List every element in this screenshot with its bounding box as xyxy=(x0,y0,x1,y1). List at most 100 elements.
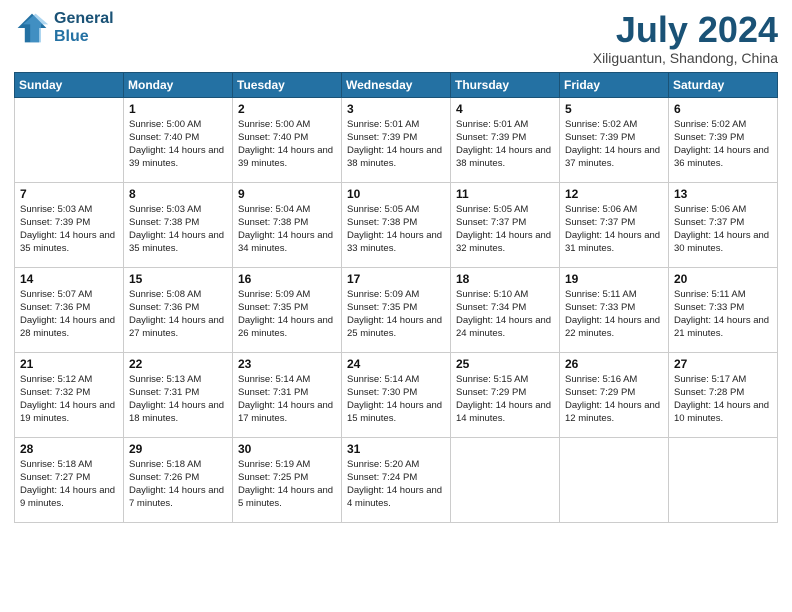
day-info: Sunrise: 5:09 AMSunset: 7:35 PMDaylight:… xyxy=(238,288,336,341)
header-row: Sunday Monday Tuesday Wednesday Thursday… xyxy=(15,72,778,97)
day-cell: 3 Sunrise: 5:01 AMSunset: 7:39 PMDaylight… xyxy=(342,97,451,182)
day-info: Sunrise: 5:17 AMSunset: 7:28 PMDaylight:… xyxy=(674,373,772,426)
day-number: 23 xyxy=(238,357,336,371)
day-cell: 15Sunrise: 5:08 AMSunset: 7:36 PMDayligh… xyxy=(124,267,233,352)
day-cell: 10 Sunrise: 5:05 AMSunset: 7:38 PMDayligh… xyxy=(342,182,451,267)
day-cell: 24 Sunrise: 5:14 AMSunset: 7:30 PMDayligh… xyxy=(342,352,451,437)
day-number: 2 xyxy=(238,102,336,116)
calendar-header: Sunday Monday Tuesday Wednesday Thursday… xyxy=(15,72,778,97)
day-info: Sunrise: 5:19 AMSunset: 7:25 PMDaylight:… xyxy=(238,458,336,511)
day-cell xyxy=(560,437,669,522)
day-cell: 27 Sunrise: 5:17 AMSunset: 7:28 PMDayligh… xyxy=(669,352,778,437)
header-saturday: Saturday xyxy=(669,72,778,97)
day-info: Sunrise: 5:04 AMSunset: 7:38 PMDaylight:… xyxy=(238,203,336,256)
day-info: Sunrise: 5:09 AMSunset: 7:35 PMDaylight:… xyxy=(347,288,445,341)
logo-text: General Blue xyxy=(54,10,114,46)
day-number: 27 xyxy=(674,357,772,371)
day-cell: 19 Sunrise: 5:11 AMSunset: 7:33 PMDayligh… xyxy=(560,267,669,352)
day-info: Sunrise: 5:14 AMSunset: 7:31 PMDaylight:… xyxy=(238,373,336,426)
day-cell: 9 Sunrise: 5:04 AMSunset: 7:38 PMDaylight… xyxy=(233,182,342,267)
day-number: 28 xyxy=(20,442,118,456)
day-cell: 13 Sunrise: 5:06 AMSunset: 7:37 PMDayligh… xyxy=(669,182,778,267)
day-cell: 2 Sunrise: 5:00 AMSunset: 7:40 PMDaylight… xyxy=(233,97,342,182)
day-info: Sunrise: 5:02 AMSunset: 7:39 PMDaylight:… xyxy=(565,118,663,171)
header-tuesday: Tuesday xyxy=(233,72,342,97)
day-number: 8 xyxy=(129,187,227,201)
day-number: 30 xyxy=(238,442,336,456)
week-row-3: 14 Sunrise: 5:07 AMSunset: 7:36 PMDayligh… xyxy=(15,267,778,352)
day-cell: 18 Sunrise: 5:10 AMSunset: 7:34 PMDayligh… xyxy=(451,267,560,352)
day-info: Sunrise: 5:05 AMSunset: 7:38 PMDaylight:… xyxy=(347,203,445,256)
day-cell: 30 Sunrise: 5:19 AMSunset: 7:25 PMDayligh… xyxy=(233,437,342,522)
day-number: 20 xyxy=(674,272,772,286)
day-number: 19 xyxy=(565,272,663,286)
day-cell: 22Sunrise: 5:13 AMSunset: 7:31 PMDayligh… xyxy=(124,352,233,437)
day-cell: 4 Sunrise: 5:01 AMSunset: 7:39 PMDaylight… xyxy=(451,97,560,182)
day-number: 21 xyxy=(20,357,118,371)
day-number: 10 xyxy=(347,187,445,201)
day-info: Sunrise: 5:02 AMSunset: 7:39 PMDaylight:… xyxy=(674,118,772,171)
day-number: 9 xyxy=(238,187,336,201)
day-cell xyxy=(15,97,124,182)
day-number: 26 xyxy=(565,357,663,371)
day-info: Sunrise: 5:13 AMSunset: 7:31 PMDaylight:… xyxy=(129,373,227,426)
day-cell: 6Sunrise: 5:02 AMSunset: 7:39 PMDaylight… xyxy=(669,97,778,182)
day-cell: 26 Sunrise: 5:16 AMSunset: 7:29 PMDayligh… xyxy=(560,352,669,437)
day-info: Sunrise: 5:06 AMSunset: 7:37 PMDaylight:… xyxy=(565,203,663,256)
day-number: 14 xyxy=(20,272,118,286)
calendar-page: General Blue July 2024 Xiliguantun, Shan… xyxy=(0,0,792,612)
location-subtitle: Xiliguantun, Shandong, China xyxy=(593,50,778,66)
day-cell: 25 Sunrise: 5:15 AMSunset: 7:29 PMDayligh… xyxy=(451,352,560,437)
day-number: 1 xyxy=(129,102,227,116)
day-cell: 16 Sunrise: 5:09 AMSunset: 7:35 PMDayligh… xyxy=(233,267,342,352)
day-info: Sunrise: 5:15 AMSunset: 7:29 PMDaylight:… xyxy=(456,373,554,426)
day-cell: 11 Sunrise: 5:05 AMSunset: 7:37 PMDayligh… xyxy=(451,182,560,267)
day-cell xyxy=(669,437,778,522)
day-info: Sunrise: 5:01 AMSunset: 7:39 PMDaylight:… xyxy=(456,118,554,171)
day-info: Sunrise: 5:07 AMSunset: 7:36 PMDaylight:… xyxy=(20,288,118,341)
week-row-2: 7Sunrise: 5:03 AMSunset: 7:39 PMDaylight… xyxy=(15,182,778,267)
day-number: 3 xyxy=(347,102,445,116)
day-number: 13 xyxy=(674,187,772,201)
day-number: 25 xyxy=(456,357,554,371)
day-info: Sunrise: 5:00 AMSunset: 7:40 PMDaylight:… xyxy=(129,118,227,171)
day-info: Sunrise: 5:20 AMSunset: 7:24 PMDaylight:… xyxy=(347,458,445,511)
day-cell: 8 Sunrise: 5:03 AMSunset: 7:38 PMDaylight… xyxy=(124,182,233,267)
week-row-4: 21 Sunrise: 5:12 AMSunset: 7:32 PMDayligh… xyxy=(15,352,778,437)
day-info: Sunrise: 5:12 AMSunset: 7:32 PMDaylight:… xyxy=(20,373,118,426)
day-info: Sunrise: 5:16 AMSunset: 7:29 PMDaylight:… xyxy=(565,373,663,426)
day-info: Sunrise: 5:11 AMSunset: 7:33 PMDaylight:… xyxy=(674,288,772,341)
day-info: Sunrise: 5:18 AMSunset: 7:26 PMDaylight:… xyxy=(129,458,227,511)
day-cell: 29 Sunrise: 5:18 AMSunset: 7:26 PMDayligh… xyxy=(124,437,233,522)
header-monday: Monday xyxy=(124,72,233,97)
day-info: Sunrise: 5:03 AMSunset: 7:38 PMDaylight:… xyxy=(129,203,227,256)
day-info: Sunrise: 5:05 AMSunset: 7:37 PMDaylight:… xyxy=(456,203,554,256)
day-cell: 1 Sunrise: 5:00 AMSunset: 7:40 PMDaylight… xyxy=(124,97,233,182)
week-row-5: 28Sunrise: 5:18 AMSunset: 7:27 PMDayligh… xyxy=(15,437,778,522)
day-number: 24 xyxy=(347,357,445,371)
day-info: Sunrise: 5:00 AMSunset: 7:40 PMDaylight:… xyxy=(238,118,336,171)
day-number: 5 xyxy=(565,102,663,116)
day-info: Sunrise: 5:01 AMSunset: 7:39 PMDaylight:… xyxy=(347,118,445,171)
day-cell: 20 Sunrise: 5:11 AMSunset: 7:33 PMDayligh… xyxy=(669,267,778,352)
calendar-body: 1 Sunrise: 5:00 AMSunset: 7:40 PMDaylight… xyxy=(15,97,778,522)
day-cell xyxy=(451,437,560,522)
header-friday: Friday xyxy=(560,72,669,97)
day-number: 18 xyxy=(456,272,554,286)
day-number: 16 xyxy=(238,272,336,286)
day-number: 4 xyxy=(456,102,554,116)
logo-icon xyxy=(14,10,50,46)
day-cell: 5 Sunrise: 5:02 AMSunset: 7:39 PMDaylight… xyxy=(560,97,669,182)
header-thursday: Thursday xyxy=(451,72,560,97)
day-info: Sunrise: 5:14 AMSunset: 7:30 PMDaylight:… xyxy=(347,373,445,426)
day-info: Sunrise: 5:10 AMSunset: 7:34 PMDaylight:… xyxy=(456,288,554,341)
day-number: 11 xyxy=(456,187,554,201)
day-number: 29 xyxy=(129,442,227,456)
logo: General Blue xyxy=(14,10,114,46)
title-block: July 2024 Xiliguantun, Shandong, China xyxy=(593,10,778,66)
day-number: 31 xyxy=(347,442,445,456)
day-info: Sunrise: 5:11 AMSunset: 7:33 PMDaylight:… xyxy=(565,288,663,341)
day-info: Sunrise: 5:06 AMSunset: 7:37 PMDaylight:… xyxy=(674,203,772,256)
calendar-table: Sunday Monday Tuesday Wednesday Thursday… xyxy=(14,72,778,523)
day-number: 15 xyxy=(129,272,227,286)
